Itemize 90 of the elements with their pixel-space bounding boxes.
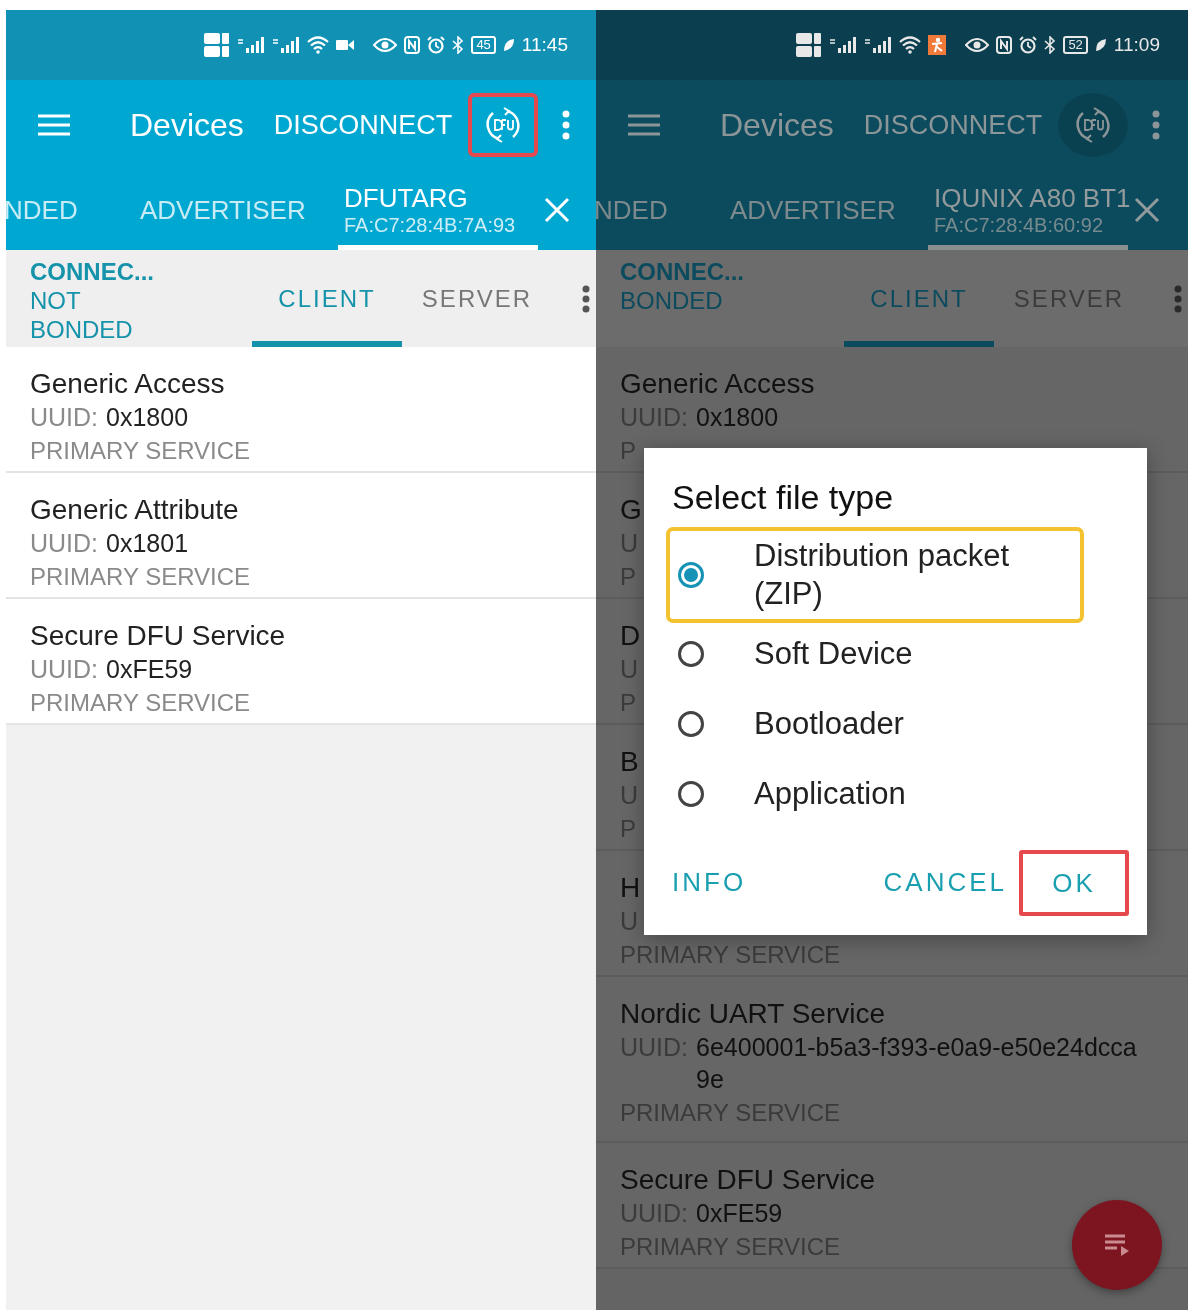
signal-icon	[272, 36, 301, 54]
video-camera-icon	[336, 39, 355, 51]
eye-icon	[965, 37, 990, 53]
option-label: Application	[754, 775, 907, 813]
dfu-icon	[1075, 107, 1112, 143]
service-name: Generic Attribute	[30, 493, 239, 527]
uuid-label: UUID:	[30, 654, 99, 685]
alarm-icon	[427, 36, 446, 54]
dialog-button[interactable]: INFO	[660, 849, 759, 916]
more-vertical-icon	[1174, 284, 1182, 313]
signal-icon	[864, 36, 893, 54]
playlist-icon	[1103, 1233, 1131, 1257]
option-label: Soft Device	[754, 635, 914, 673]
leaf-icon	[502, 38, 515, 52]
sim-hd-icon	[796, 33, 823, 44]
battery-indicator: 52	[1063, 36, 1088, 54]
app-notification-icon	[928, 35, 947, 55]
signal-icon	[829, 36, 858, 54]
service-name: Nordic UART Service	[620, 997, 886, 1031]
file-type-option[interactable]: Soft Device	[670, 619, 1080, 689]
more-vertical-icon	[1152, 110, 1161, 140]
dialog-title: Select file type	[672, 478, 895, 517]
service-name: B	[620, 745, 639, 779]
bluetooth-icon	[452, 36, 465, 54]
service-type: PRIMARY SERVICE	[30, 688, 251, 718]
uuid-value: 0x1800	[106, 402, 190, 433]
radio-button[interactable]	[678, 641, 704, 667]
alarm-icon	[1019, 36, 1038, 54]
service-tab[interactable]: SERVER	[402, 250, 552, 347]
close-icon	[1134, 197, 1160, 223]
service-type: PRIMARY SERVICE	[30, 436, 251, 466]
device-tab[interactable]: NDED	[596, 170, 730, 250]
signal-icon	[237, 36, 266, 54]
option-label: Distribution packet (ZIP)	[754, 537, 1010, 613]
bond-state: NOT BONDED	[30, 286, 134, 344]
wifi-icon	[899, 36, 922, 54]
nfc-icon	[996, 36, 1013, 54]
dialog-button[interactable]: OK	[1019, 849, 1129, 916]
service-name: G	[620, 493, 642, 527]
file-type-option[interactable]: Distribution packet (ZIP)	[670, 531, 1080, 619]
sim-hd-icon	[796, 46, 823, 57]
radio-button[interactable]	[678, 711, 704, 737]
uuid-label: UUID:	[30, 402, 99, 433]
uuid-value: 6e400001-b5a3-f393-e0a9-e50e24dcca9e	[696, 1032, 1138, 1095]
app-title: Devices	[130, 106, 244, 144]
sim-hd-icon	[204, 46, 231, 57]
service-type: PRIMARY SERVICE	[30, 562, 251, 592]
radio-button[interactable]	[678, 562, 704, 588]
bluetooth-icon	[1044, 36, 1057, 54]
menu-icon	[38, 114, 70, 136]
device-tab[interactable]: ADVERTISER	[730, 170, 928, 250]
wifi-icon	[307, 36, 330, 54]
menu-icon	[628, 114, 660, 136]
close-tab-button[interactable]	[1134, 197, 1160, 223]
dialog-button[interactable]: CANCEL	[871, 849, 1019, 916]
uuid-label: UUID:	[30, 528, 99, 559]
device-tab[interactable]: ADVERTISER	[140, 170, 338, 250]
uuid-value: 0xFE59	[696, 1198, 784, 1229]
device-tab[interactable]: NDED	[6, 170, 140, 250]
dfu-icon	[485, 107, 522, 143]
service-name: Generic Access	[30, 367, 225, 401]
radio-button[interactable]	[678, 781, 704, 807]
uuid-value: 0xFE59	[106, 654, 194, 685]
service-name: Generic Access	[620, 367, 815, 401]
more-vertical-icon	[562, 110, 571, 140]
connection-state: CONNEC...	[30, 258, 155, 286]
file-type-option[interactable]: Application	[670, 759, 1080, 829]
nfc-icon	[404, 36, 421, 54]
uuid-value: 0x1800	[696, 402, 780, 433]
file-type-option[interactable]: Bootloader	[670, 689, 1080, 759]
close-icon	[544, 197, 570, 223]
more-vertical-icon	[582, 284, 590, 313]
app-title: Devices	[720, 106, 834, 144]
leaf-icon	[1094, 38, 1107, 52]
service-name: H	[620, 871, 641, 905]
sim-hd-icon	[204, 33, 231, 44]
clock-time: 11:45	[521, 34, 568, 56]
disconnect-button[interactable]: DISCONNECT	[863, 109, 1043, 141]
battery-indicator: 45	[471, 36, 496, 54]
connection-state: CONNEC...	[620, 258, 745, 286]
clock-time: 11:09	[1113, 34, 1160, 56]
uuid-value: 0x1801	[106, 528, 190, 559]
service-name: Secure DFU Service	[30, 619, 286, 653]
service-name: D	[620, 619, 641, 653]
eye-icon	[373, 37, 398, 53]
service-name: Secure DFU Service	[620, 1163, 876, 1197]
bond-state: BONDED	[620, 286, 724, 315]
dfu-button[interactable]	[468, 93, 539, 157]
option-label: Bootloader	[754, 705, 905, 743]
disconnect-button[interactable]: DISCONNECT	[273, 109, 453, 141]
